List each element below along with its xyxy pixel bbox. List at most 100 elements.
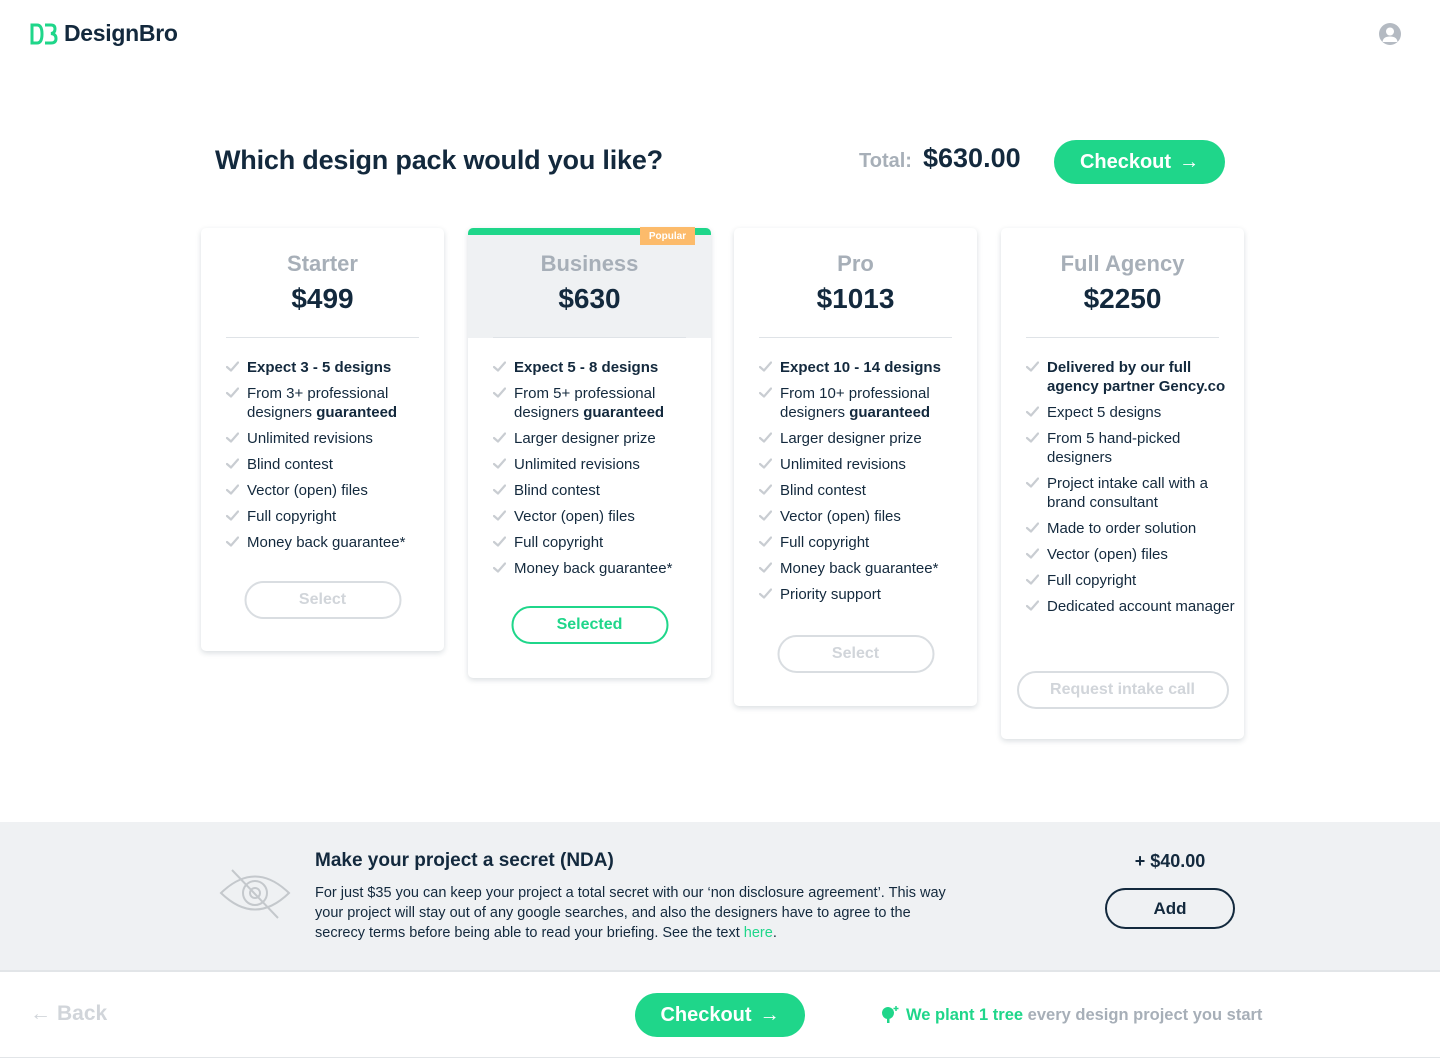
feature-item: Blind contest	[226, 455, 436, 474]
arrow-right-icon: →	[759, 1003, 780, 1026]
check-icon	[493, 361, 506, 372]
plan-header: Starter $499	[201, 228, 444, 338]
plan-name: Starter	[287, 251, 358, 276]
checkout-button-bottom[interactable]: Checkout →	[635, 993, 805, 1037]
check-icon	[759, 432, 772, 443]
feature-item: Larger designer prize	[493, 429, 703, 448]
plan-header: Full Agency $2250	[1001, 228, 1244, 338]
feature-item: Unlimited revisions	[493, 455, 703, 474]
feature-list: Expect 3 - 5 designs From 3+ professional…	[226, 358, 436, 559]
divider	[226, 337, 419, 338]
headline-row: Which design pack would you like? Total:…	[215, 140, 1225, 184]
footer-bar: ← Back Checkout → We plant 1 tree every …	[0, 974, 1440, 1058]
feature-item: Vector (open) files	[493, 507, 703, 526]
check-icon	[759, 588, 772, 599]
divider	[759, 337, 952, 338]
nda-text: For just $35 you can keep your project a…	[315, 885, 946, 941]
feature-item: Blind contest	[759, 481, 969, 500]
check-icon	[493, 432, 506, 443]
check-icon	[226, 484, 239, 495]
feature-item: Money back guarantee*	[226, 533, 436, 552]
feature-item: Project intake call with a brand consult…	[1026, 474, 1236, 512]
plan-price: $499	[291, 283, 354, 314]
feature-item: Money back guarantee*	[493, 559, 703, 578]
nda-price: + $40.00	[1134, 851, 1206, 871]
plan-card-full-agency[interactable]: Full Agency $2250 Delivered by our full …	[1001, 228, 1244, 739]
feature-item: Unlimited revisions	[759, 455, 969, 474]
check-icon	[226, 458, 239, 469]
check-icon	[493, 536, 506, 547]
feature-item: Full copyright	[1026, 571, 1236, 590]
page-title: Which design pack would you like?	[215, 145, 663, 175]
check-icon	[759, 510, 772, 521]
feature-item: Vector (open) files	[759, 507, 969, 526]
feature-list: Delivered by our full agency partner Gen…	[1026, 358, 1236, 623]
feature-item: Vector (open) files	[1026, 545, 1236, 564]
select-button[interactable]: Select	[777, 635, 934, 673]
check-icon	[759, 361, 772, 372]
plan-name: Pro	[837, 251, 874, 276]
feature-item: From 10+ professional designers guarante…	[759, 384, 969, 422]
total-label: Total:	[859, 150, 912, 172]
plan-header: Popular Business $630	[468, 227, 711, 338]
check-icon	[759, 387, 772, 398]
feature-item: Money back guarantee*	[759, 559, 969, 578]
back-button[interactable]: ← Back	[30, 1002, 107, 1026]
check-icon	[226, 387, 239, 398]
feature-item: Unlimited revisions	[226, 429, 436, 448]
tree-plus-icon	[882, 1006, 899, 1023]
tree-highlight: We plant 1 tree	[906, 1005, 1024, 1024]
selected-button[interactable]: Selected	[511, 606, 668, 644]
logo-text: DesignBro	[64, 20, 178, 46]
total-value: $630.00	[923, 143, 1021, 173]
arrow-left-icon: ←	[30, 1002, 51, 1025]
select-button[interactable]: Select	[244, 581, 401, 619]
check-icon	[759, 536, 772, 547]
feature-item: Full copyright	[759, 533, 969, 552]
request-intake-call-button[interactable]: Request intake call	[1016, 671, 1229, 709]
check-icon	[1026, 406, 1039, 417]
check-icon	[493, 387, 506, 398]
check-icon	[1026, 600, 1039, 611]
checkout-label: Checkout	[660, 1003, 752, 1026]
check-icon	[493, 458, 506, 469]
check-icon	[1026, 432, 1039, 443]
plan-name: Business	[540, 251, 639, 276]
nda-here-link[interactable]: here	[744, 925, 773, 941]
feature-item: Made to order solution	[1026, 519, 1236, 538]
divider	[1026, 337, 1219, 338]
check-icon	[1026, 574, 1039, 585]
feature-item: From 3+ professional designers guarantee…	[226, 384, 436, 422]
check-icon	[759, 484, 772, 495]
logo[interactable]: DesignBro	[30, 20, 178, 47]
feature-item: Full copyright	[226, 507, 436, 526]
tree-planting-note: We plant 1 tree every design project you…	[880, 1005, 1262, 1025]
check-icon	[493, 562, 506, 573]
plan-card-pro[interactable]: Pro $1013 Expect 10 - 14 designs From 10+…	[734, 228, 977, 706]
plan-card-starter[interactable]: Starter $499 Expect 3 - 5 designs From 3+…	[201, 228, 444, 651]
feature-list: Expect 10 - 14 designs From 10+ professio…	[759, 358, 969, 611]
checkout-button-top[interactable]: Checkout →	[1054, 140, 1225, 184]
plan-card-business[interactable]: Popular Business $630 Expect 5 - 8 desig…	[468, 227, 711, 678]
feature-item: Expect 5 designs	[1026, 403, 1236, 422]
check-icon	[1026, 361, 1039, 372]
feature-list: Expect 5 - 8 designs From 5+ professional…	[493, 358, 703, 585]
feature-item: Blind contest	[493, 481, 703, 500]
eye-slash-icon	[219, 869, 291, 919]
back-label: Back	[57, 1002, 108, 1025]
feature-item: Larger designer prize	[759, 429, 969, 448]
plan-price: $630	[558, 283, 621, 314]
popular-badge: Popular	[640, 227, 695, 245]
user-avatar-icon[interactable]	[1379, 23, 1401, 45]
check-icon	[493, 484, 506, 495]
plan-price: $1013	[816, 283, 895, 314]
plan-header: Pro $1013	[734, 228, 977, 338]
feature-item: Vector (open) files	[226, 481, 436, 500]
feature-item: From 5 hand-picked designers	[1026, 429, 1236, 467]
tree-rest: every design project you start	[1023, 1005, 1263, 1024]
plan-name: Full Agency	[1060, 251, 1185, 276]
user-silhouette-icon	[1382, 27, 1398, 42]
nda-title: Make your project a secret (NDA)	[315, 850, 614, 871]
nda-add-button[interactable]: Add	[1105, 888, 1235, 929]
check-icon	[493, 510, 506, 521]
